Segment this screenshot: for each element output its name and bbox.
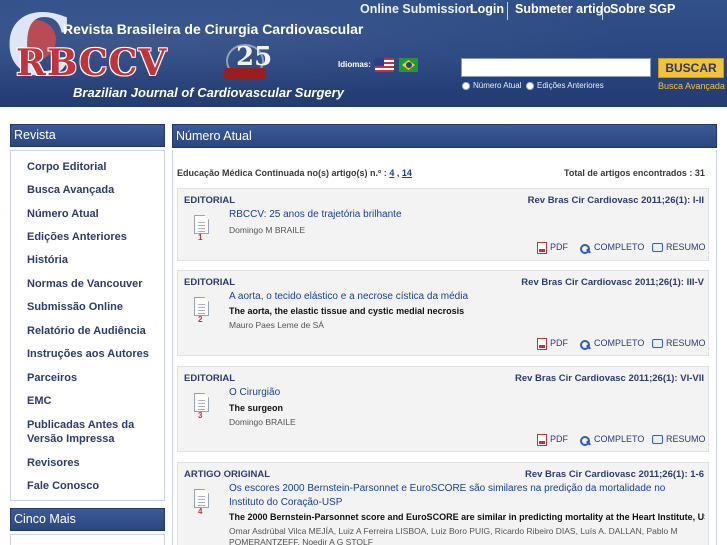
article-authors: Omar Asdrúbal Vilca MEJÍA, Luiz A Ferrei…: [229, 526, 678, 536]
resumo-icon[interactable]: [652, 339, 663, 348]
sidebar-item-instrucoes-autores[interactable]: Instruções aos Autores: [27, 347, 149, 361]
busca-avancada-link[interactable]: Busca Avançada: [658, 81, 725, 91]
flag-us-icon[interactable]: [375, 58, 394, 72]
pdf-icon[interactable]: [537, 338, 547, 350]
sidebar-item-numero-atual[interactable]: Número Atual: [27, 207, 99, 221]
article-authors: Domingo BRAILE: [229, 417, 296, 427]
article-type: ARTIGO ORIGINAL: [184, 469, 271, 480]
radio-numero-atual-label: Número Atual: [473, 81, 522, 90]
article-reference: Rev Bras Cir Cardiovasc 2011;26(1): 1-6: [524, 469, 704, 480]
article-type: EDITORIAL: [184, 277, 236, 288]
article-title-english: The 2000 Bernstein-Parsonnet score and E…: [229, 512, 705, 522]
sidebar-cinco-mais-panel: [10, 534, 165, 545]
completo-link[interactable]: COMPLETO: [594, 434, 644, 444]
article-authors-cont: POMERANTZEFF, Noedir A G STOLF: [229, 537, 373, 545]
document-icon: [194, 489, 209, 508]
completo-link[interactable]: COMPLETO: [594, 338, 644, 348]
article-title-link[interactable]: A aorta, o tecido elástico e a necrose c…: [229, 291, 468, 302]
article-title-english: The aorta, the elastic tissue and cystic…: [229, 306, 465, 316]
sidebar-item-parceiros[interactable]: Parceiros: [27, 371, 77, 385]
sidebar-item-normas-vancouver[interactable]: Normas de Vancouver: [27, 277, 143, 291]
resumo-icon[interactable]: [652, 243, 663, 252]
article-card: EDITORIAL Rev Bras Cir Cardiovasc 2011;2…: [177, 270, 709, 356]
site-logo[interactable]: RBCCV: [16, 42, 167, 84]
magnifier-icon[interactable]: [580, 242, 591, 254]
document-icon: [194, 393, 209, 412]
resumo-icon[interactable]: [652, 435, 663, 444]
radio-edicoes-anteriores[interactable]: [526, 82, 534, 90]
idiomas-label: Idiomas:: [338, 60, 371, 69]
article-type: EDITORIAL: [184, 195, 236, 206]
submeter-artigo-link[interactable]: Submeter artigo: [515, 2, 611, 20]
total-artigos: Total de artigos encontrados : 31: [564, 168, 705, 178]
article-number: 2: [198, 315, 203, 324]
sidebar-item-versao-impressa[interactable]: Versão Impressa: [27, 432, 114, 446]
buscar-button[interactable]: BUSCAR: [658, 58, 724, 78]
sidebar-item-corpo-editorial[interactable]: Corpo Editorial: [27, 160, 106, 174]
pdf-icon[interactable]: [537, 242, 547, 254]
online-submission-link[interactable]: Online Submission: [360, 2, 473, 20]
article-card: EDITORIAL Rev Bras Cir Cardiovasc 2011;2…: [177, 366, 709, 452]
sidebar-item-publicadas-antes[interactable]: Publicadas Antes da: [27, 418, 134, 432]
sidebar-item-fale-conosco[interactable]: Fale Conosco: [27, 479, 99, 493]
sidebar-revista-heading: Revista: [10, 124, 165, 147]
article-title-link[interactable]: Os escores 2000 Bernstein-Parsonnet e Eu…: [229, 483, 705, 494]
search-input[interactable]: [461, 58, 651, 77]
resumo-link[interactable]: RESUMO: [666, 242, 706, 252]
article-reference: Rev Bras Cir Cardiovasc 2011;26(1): III-…: [521, 277, 704, 288]
nav-divider: [507, 2, 508, 20]
article-number: 3: [198, 411, 203, 420]
article-authors: Domingo M BRAILE: [229, 225, 306, 235]
sidebar-cinco-mais-heading: Cinco Mais: [10, 508, 165, 531]
article-card: EDITORIAL Rev Bras Cir Cardiovasc 2011;2…: [177, 188, 709, 261]
document-icon: [194, 297, 209, 316]
document-icon: [194, 215, 209, 234]
sidebar-item-historia[interactable]: História: [27, 253, 68, 267]
emc-separator: ,: [396, 168, 400, 178]
emc-link-4[interactable]: 4: [389, 168, 394, 178]
resumo-link[interactable]: RESUMO: [666, 434, 706, 444]
pdf-link[interactable]: PDF: [550, 338, 568, 348]
pdf-icon[interactable]: [537, 434, 547, 446]
login-link[interactable]: Login: [470, 2, 504, 20]
sidebar-item-relatorio-audiencia[interactable]: Relatório de Audiência: [27, 324, 146, 338]
radio-numero-atual[interactable]: [462, 82, 470, 90]
emc-info: Educação Médica Continuada no(s) artigo(…: [177, 168, 412, 178]
article-number: 1: [198, 233, 203, 242]
pdf-link[interactable]: PDF: [550, 242, 568, 252]
article-reference: Rev Bras Cir Cardiovasc 2011;26(1): I-II: [527, 195, 704, 206]
site-title: Revista Brasileira de Cirurgia Cardiovas…: [63, 21, 364, 37]
nav-divider: [602, 2, 603, 20]
magnifier-icon[interactable]: [580, 434, 591, 446]
resumo-link[interactable]: RESUMO: [666, 338, 706, 348]
emc-text: Educação Médica Continuada no(s) artigo(…: [177, 168, 387, 178]
sobre-sgp-link[interactable]: Sobre SGP: [610, 2, 675, 20]
article-title-link[interactable]: RBCCV: 25 anos de trajetória brilhante: [229, 209, 402, 220]
radio-edicoes-anteriores-label: Edições Anteriores: [537, 81, 604, 90]
article-title-english: The surgeon: [229, 403, 284, 413]
magnifier-icon[interactable]: [580, 338, 591, 350]
article-card: ARTIGO ORIGINAL Rev Bras Cir Cardiovasc …: [177, 462, 709, 545]
completo-link[interactable]: COMPLETO: [594, 242, 644, 252]
article-title-link-cont[interactable]: Instituto do Coração-USP: [229, 497, 342, 508]
article-type: EDITORIAL: [184, 373, 236, 384]
flag-br-globe: [405, 62, 412, 68]
sidebar-item-busca-avancada[interactable]: Busca Avançada: [27, 183, 114, 197]
sidebar-item-edicoes-anteriores[interactable]: Edições Anteriores: [27, 230, 127, 244]
anniversary-badge: 25: [222, 42, 272, 82]
sidebar-item-revisores[interactable]: Revisores: [27, 456, 80, 470]
sidebar-item-submissao-online[interactable]: Submissão Online: [27, 300, 123, 314]
site-subtitle: Brazilian Journal of Cardiovascular Surg…: [73, 85, 344, 100]
flag-us-canton: [375, 58, 384, 66]
page-title: Número Atual: [172, 124, 717, 148]
badge-number: 25: [236, 42, 273, 72]
article-number: 4: [198, 507, 203, 516]
article-reference: Rev Bras Cir Cardiovasc 2011;26(1): VI-V…: [514, 373, 704, 384]
flag-brazil-icon[interactable]: [399, 58, 418, 72]
emc-link-14[interactable]: 14: [402, 168, 412, 178]
sidebar-item-emc[interactable]: EMC: [27, 394, 51, 408]
article-title-link[interactable]: O Cirurgião: [229, 387, 280, 398]
pdf-link[interactable]: PDF: [550, 434, 568, 444]
article-authors: Mauro Paes Leme de SÁ: [229, 320, 324, 330]
